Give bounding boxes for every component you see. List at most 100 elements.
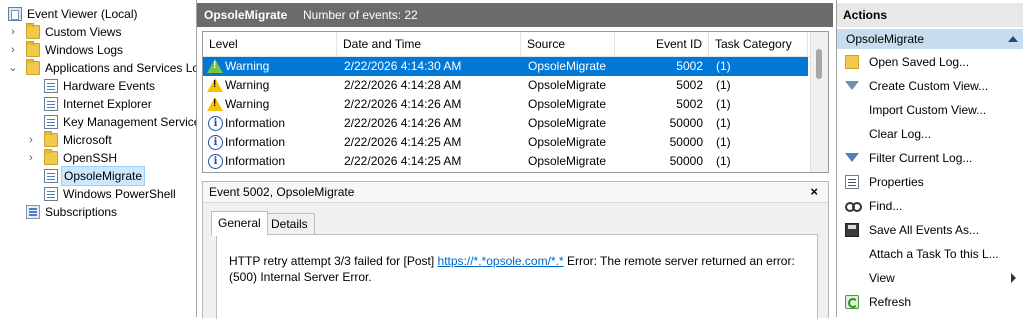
cell-date-time: 2/22/2026 4:14:25 AM (344, 135, 462, 149)
action-label: Find... (869, 199, 903, 213)
tree-item-hardware-events[interactable]: Hardware Events (0, 77, 196, 95)
grid-scrollbar[interactable] (810, 32, 828, 172)
column-source[interactable]: Source (521, 32, 615, 56)
events-grid[interactable]: Level Date and Time Source Event ID Task… (202, 31, 829, 173)
action-label: Open Saved Log... (869, 55, 970, 69)
information-icon: i (208, 135, 223, 150)
tree-item-label: Hardware Events (63, 79, 156, 93)
cell-source: OpsoleMigrate (528, 97, 607, 111)
tree-item-event-viewer-local[interactable]: Event Viewer (Local) (0, 5, 196, 23)
tree-item-label: Windows Logs (45, 43, 124, 57)
cell-task-category: (1) (716, 116, 731, 130)
cell-date-time: 2/22/2026 4:14:25 AM (344, 154, 462, 168)
column-date-time[interactable]: Date and Time (337, 32, 521, 56)
chevron-right-icon[interactable]: › (26, 149, 36, 167)
action-view[interactable]: View (837, 268, 1023, 288)
tree-item-applications-and-services-lo[interactable]: ⌄ Applications and Services Lo (0, 59, 196, 77)
tree-item-windows-powershell[interactable]: Windows PowerShell (0, 185, 196, 203)
tree-item-key-management-service[interactable]: Key Management Service (0, 113, 196, 131)
log-icon (44, 115, 58, 129)
cell-task-category: (1) (716, 154, 731, 168)
cell-event-id: 50000 (669, 154, 703, 168)
chevron-right-icon (1011, 273, 1016, 283)
tree-item-windows-logs[interactable]: › Windows Logs (0, 41, 196, 59)
chevron-right-icon[interactable]: › (26, 131, 36, 149)
actions-section-opsolemigrate[interactable]: OpsoleMigrate (837, 29, 1023, 49)
column-task-category[interactable]: Task Category (709, 32, 808, 56)
chevron-right-icon[interactable]: › (8, 41, 18, 59)
message-link[interactable]: https://*.*opsole.com/*.* (438, 254, 564, 268)
action-filter-current-log[interactable]: Filter Current Log... (837, 148, 1023, 168)
table-row[interactable]: Warning 2/22/2026 4:14:30 AM OpsoleMigrate… (203, 57, 808, 76)
tree-item-label: Internet Explorer (63, 97, 152, 111)
grid-header: Level Date and Time Source Event ID Task… (203, 32, 828, 57)
action-refresh[interactable]: Refresh (837, 292, 1023, 312)
close-icon[interactable]: × (810, 182, 818, 202)
tree-item-label: Custom Views (45, 25, 122, 39)
tree-item-openssh[interactable]: › OpenSSH (0, 149, 196, 167)
column-event-id[interactable]: Event ID (615, 32, 709, 56)
collapse-icon[interactable] (1008, 36, 1018, 42)
action-import-custom-view[interactable]: Import Custom View... (837, 100, 1023, 120)
event-detail-pane: Event 5002, OpsoleMigrate × General Deta… (202, 181, 829, 319)
subscriptions-icon (26, 205, 40, 219)
cell-source: OpsoleMigrate (528, 116, 607, 130)
action-find[interactable]: Find... (837, 196, 1023, 216)
action-open-saved-log[interactable]: Open Saved Log... (837, 52, 1023, 72)
actions-title: Actions (843, 8, 888, 22)
cell-task-category: (1) (716, 135, 731, 149)
save-icon (845, 223, 859, 237)
tree-item-subscriptions[interactable]: Subscriptions (0, 203, 196, 221)
warning-icon (207, 78, 223, 92)
table-row[interactable]: Warning 2/22/2026 4:14:28 AM OpsoleMigrate… (203, 76, 808, 95)
column-level[interactable]: Level (203, 32, 337, 56)
log-icon (44, 169, 58, 183)
event-count: Number of events: 22 (303, 8, 418, 22)
cell-event-id: 5002 (676, 59, 703, 73)
action-label: Filter Current Log... (869, 151, 973, 165)
log-header: OpsoleMigrate Number of events: 22 (197, 3, 833, 27)
action-save-all-events-as[interactable]: Save All Events As... (837, 220, 1023, 240)
event-viewer-icon (8, 7, 22, 21)
action-properties[interactable]: Properties (837, 172, 1023, 192)
actions-pane: Actions OpsoleMigrate Open Saved Log... C… (836, 0, 1023, 317)
cell-task-category: (1) (716, 97, 731, 111)
tree-item-label: Microsoft (63, 133, 112, 147)
cell-task-category: (1) (716, 59, 731, 73)
action-clear-log[interactable]: Clear Log... (837, 124, 1023, 144)
cell-event-id: 5002 (676, 78, 703, 92)
action-label: Import Custom View... (869, 103, 987, 117)
cell-source: OpsoleMigrate (528, 135, 607, 149)
tab-details[interactable]: Details (264, 213, 315, 235)
tree-item-label: Subscriptions (45, 205, 118, 219)
scroll-thumb[interactable] (816, 49, 822, 79)
table-row[interactable]: i Information 2/22/2026 4:14:25 AM OpsoleMi… (203, 152, 808, 171)
folder-icon (44, 131, 58, 147)
detail-title: Event 5002, OpsoleMigrate (209, 185, 355, 199)
tree-item-label: Key Management Service (63, 115, 197, 129)
properties-icon (845, 175, 859, 189)
tree-item-label: OpenSSH (63, 151, 118, 165)
detail-title-bar: Event 5002, OpsoleMigrate × (203, 182, 828, 203)
cell-date-time: 2/22/2026 4:14:28 AM (344, 78, 462, 92)
folder-icon (26, 59, 40, 75)
table-row[interactable]: i Information 2/22/2026 4:14:26 AM OpsoleMi… (203, 114, 808, 133)
folder-icon (44, 149, 58, 165)
tree-item-opsolemigrate[interactable]: OpsoleMigrate (0, 166, 196, 186)
tree-item-custom-views[interactable]: › Custom Views (0, 23, 196, 41)
action-attach-a-task-to-this-l[interactable]: Attach a Task To this L... (837, 244, 1023, 264)
table-row[interactable]: Warning 2/22/2026 4:14:26 AM OpsoleMigrate… (203, 95, 808, 114)
chevron-down-icon[interactable]: ⌄ (8, 59, 18, 77)
table-row[interactable]: i Information 2/22/2026 4:14:25 AM OpsoleMi… (203, 133, 808, 152)
warning-icon (207, 97, 223, 111)
tree-item-microsoft[interactable]: › Microsoft (0, 131, 196, 149)
log-name: OpsoleMigrate (204, 8, 288, 22)
action-create-custom-view[interactable]: Create Custom View... (837, 76, 1023, 96)
tree-item-label: OpsoleMigrate (61, 166, 146, 186)
cell-source: OpsoleMigrate (528, 59, 607, 73)
tree-item-internet-explorer[interactable]: Internet Explorer (0, 95, 196, 113)
action-label: Properties (869, 175, 924, 189)
chevron-right-icon[interactable]: › (8, 23, 18, 41)
tree-item-label: Applications and Services Lo (45, 61, 197, 75)
tab-general[interactable]: General (211, 211, 268, 236)
